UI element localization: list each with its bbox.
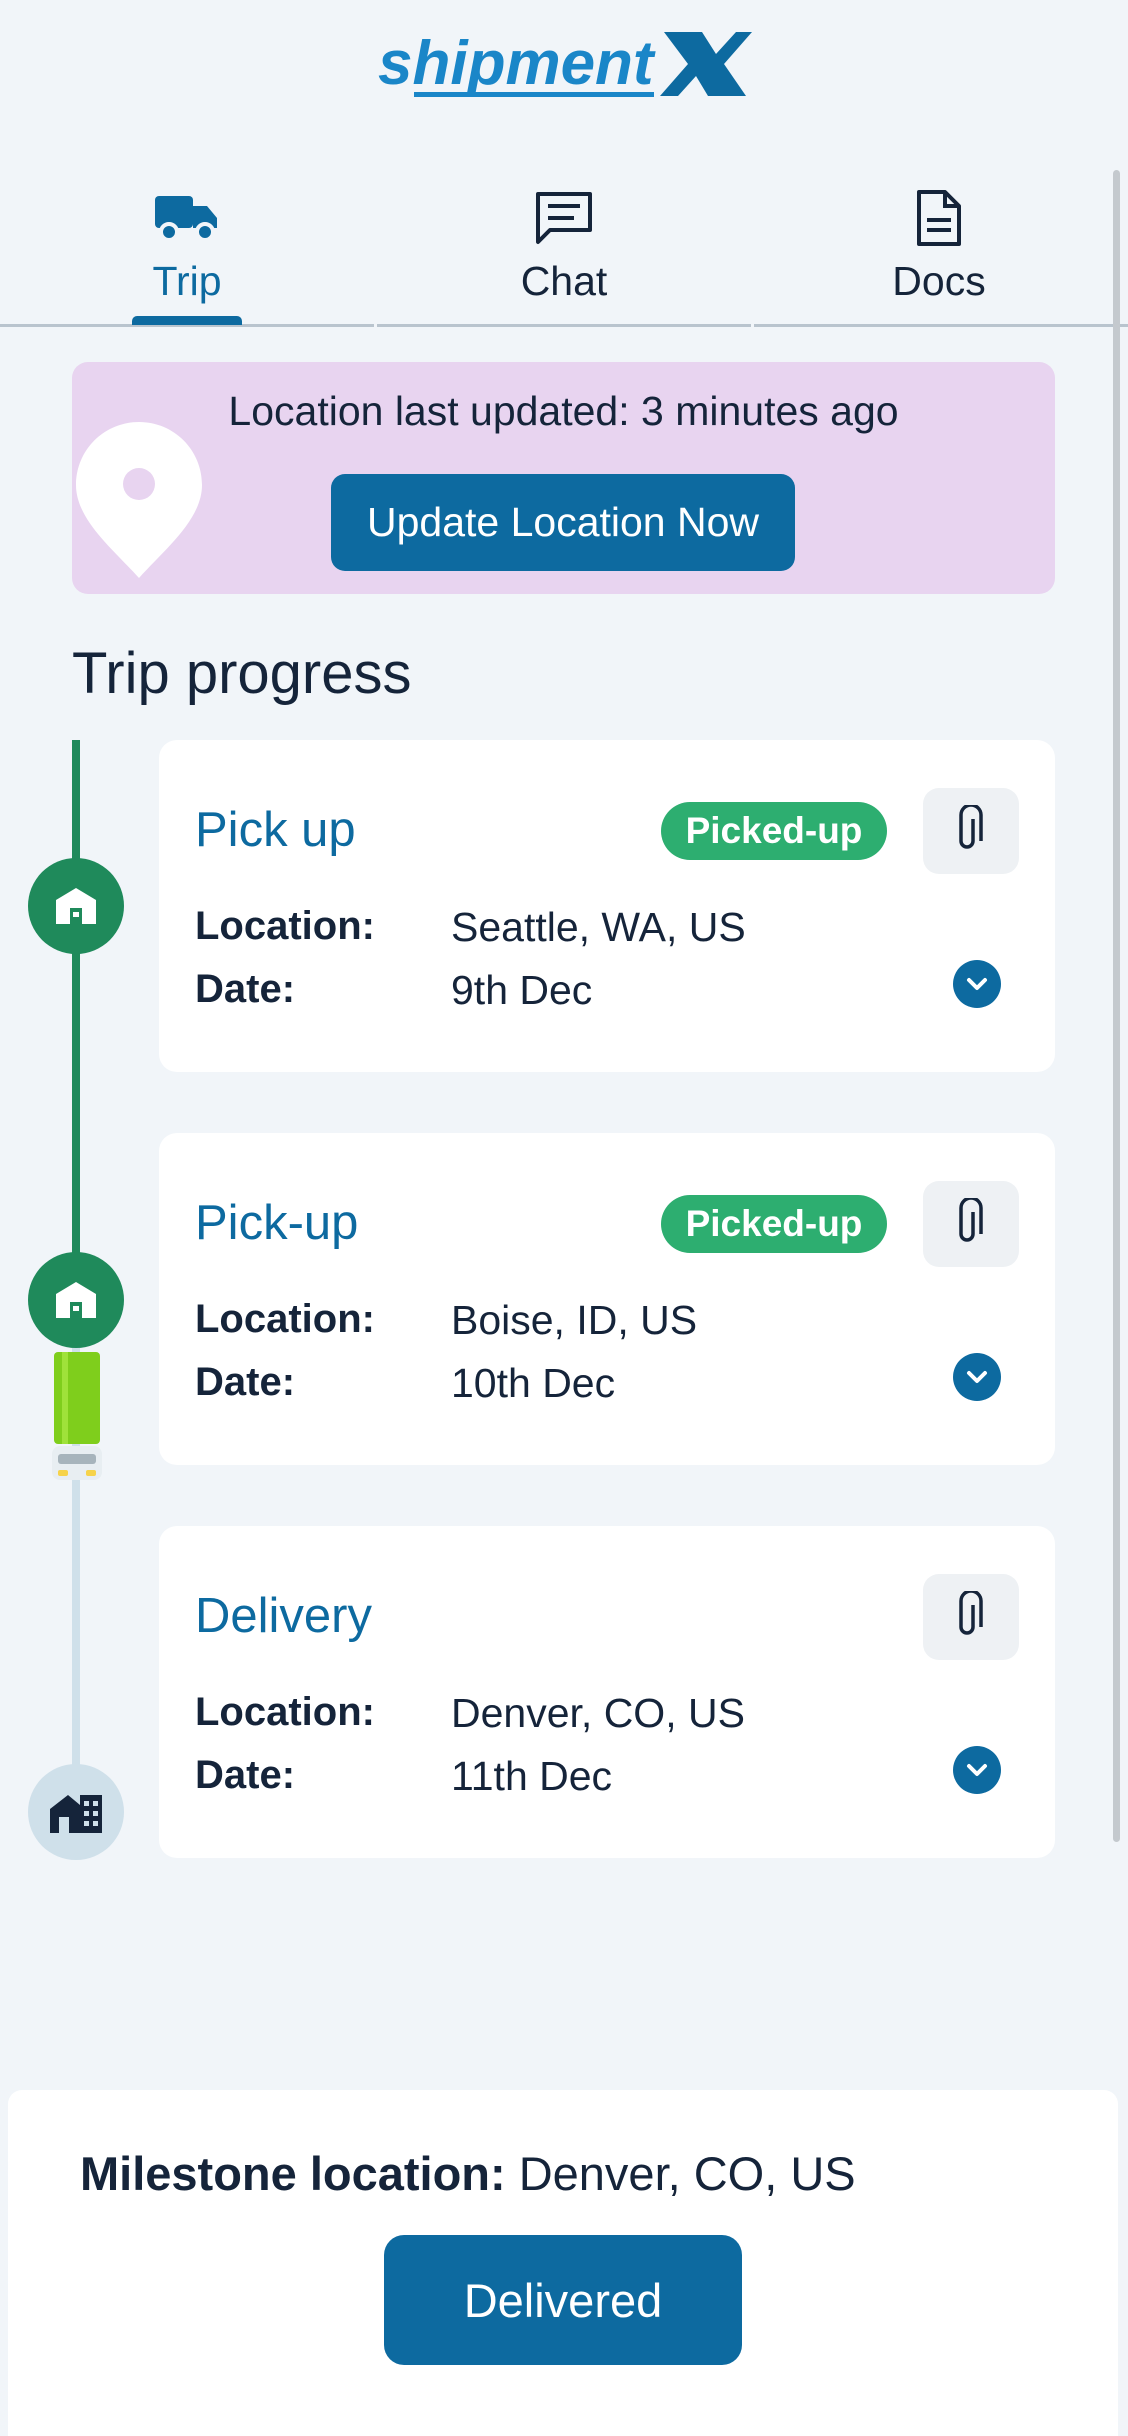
logo-text: shipment — [378, 29, 656, 98]
tab-bar: Trip Chat Docs — [0, 168, 1128, 328]
date-label: Date: — [195, 967, 296, 1011]
warehouse-icon — [28, 858, 124, 954]
date-value: 11th Dec — [451, 1753, 613, 1799]
location-pin-icon — [74, 420, 204, 585]
chevron-down-icon[interactable] — [953, 1353, 1001, 1401]
status-badge: Picked-up — [661, 802, 887, 860]
location-updated-text: Location last updated: 3 minutes ago — [228, 388, 899, 434]
location-label: Location: — [195, 1690, 375, 1734]
paperclip-icon — [957, 1195, 985, 1251]
date-value: 9th Dec — [451, 967, 593, 1013]
section-title: Trip progress — [72, 641, 412, 706]
location-label: Location: — [195, 904, 375, 948]
date-label: Date: — [195, 1360, 296, 1404]
status-badge: Picked-up — [661, 1195, 887, 1253]
timeline-track-completed — [72, 740, 80, 1300]
update-location-button[interactable]: Update Location Now — [331, 474, 795, 571]
shipmentx-logo: shipment — [0, 22, 1128, 112]
truck-icon — [147, 186, 227, 250]
tab-divider — [754, 324, 1128, 327]
scrollbar[interactable] — [1113, 170, 1120, 1842]
tab-chat-label: Chat — [520, 258, 608, 304]
stop-card-pickup-2[interactable]: Pick-up Picked-up Location: Boise, ID, U… — [159, 1133, 1055, 1465]
attachment-button[interactable] — [923, 1181, 1019, 1267]
logo-x-mark — [660, 32, 752, 96]
date-label: Date: — [195, 1753, 296, 1797]
stop-card-pickup-1[interactable]: Pick up Picked-up Location: Seattle, WA,… — [159, 740, 1055, 1072]
milestone-sheet: Milestone location: Denver, CO, US Deliv… — [8, 2090, 1118, 2436]
chevron-down-icon[interactable] — [953, 1746, 1001, 1794]
paperclip-icon — [957, 802, 985, 858]
location-value: Boise, ID, US — [451, 1297, 698, 1343]
tab-active-indicator — [132, 316, 242, 325]
paperclip-icon — [957, 1588, 985, 1644]
tab-divider — [377, 324, 751, 327]
stop-card-delivery[interactable]: Delivery Location: Denver, CO, US Date: … — [159, 1526, 1055, 1858]
attachment-button[interactable] — [923, 1574, 1019, 1660]
document-icon — [899, 186, 979, 250]
truck-position-marker — [46, 1350, 108, 1491]
location-banner: Location last updated: 3 minutes ago Upd… — [72, 362, 1055, 594]
logo-underline — [414, 92, 654, 97]
stop-title: Delivery — [195, 1589, 372, 1643]
attachment-button[interactable] — [923, 788, 1019, 874]
tab-docs[interactable]: Docs — [752, 168, 1126, 326]
tab-docs-label: Docs — [892, 258, 986, 304]
milestone-text: Milestone location: Denver, CO, US — [80, 2146, 856, 2201]
delivered-button[interactable]: Delivered — [384, 2235, 742, 2365]
chevron-down-icon[interactable] — [953, 960, 1001, 1008]
tab-chat[interactable]: Chat — [377, 168, 751, 326]
location-value: Seattle, WA, US — [451, 904, 746, 950]
stop-title: Pick up — [195, 803, 356, 857]
home-building-icon — [28, 1764, 124, 1860]
date-value: 10th Dec — [451, 1360, 616, 1406]
milestone-value: Denver, CO, US — [518, 2147, 856, 2200]
tab-trip[interactable]: Trip — [0, 168, 374, 326]
location-label: Location: — [195, 1297, 375, 1341]
milestone-label: Milestone location: — [80, 2147, 506, 2200]
tab-trip-label: Trip — [152, 258, 222, 304]
warehouse-icon — [28, 1252, 124, 1348]
stop-title: Pick-up — [195, 1196, 359, 1250]
chat-icon — [524, 186, 604, 250]
location-value: Denver, CO, US — [451, 1690, 745, 1736]
